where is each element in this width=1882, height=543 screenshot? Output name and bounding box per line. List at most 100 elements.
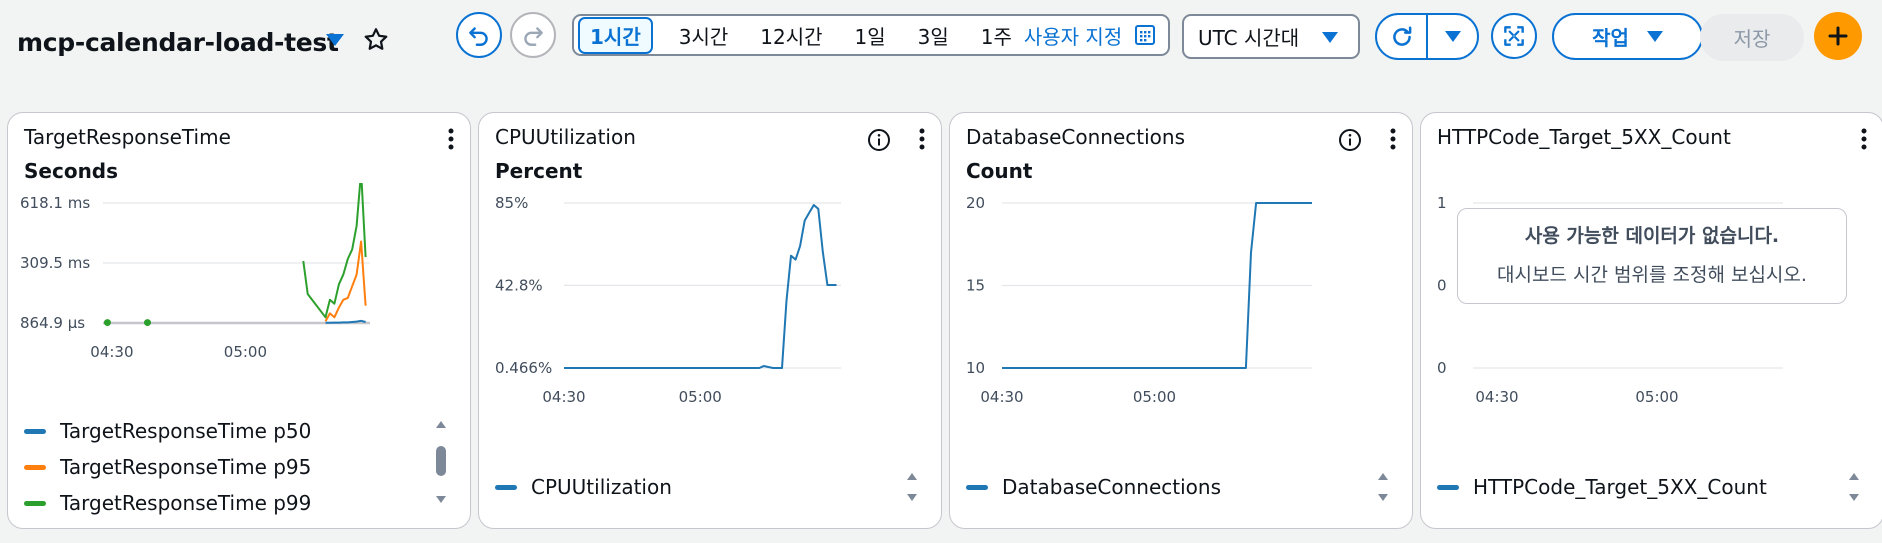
y-tick-label: 20 — [966, 194, 985, 212]
range-1d[interactable]: 1일 — [855, 21, 886, 50]
more-icon[interactable] — [919, 127, 925, 151]
fullscreen-button[interactable] — [1491, 13, 1537, 59]
dashboard-title: mcp-calendar-load-test — [17, 28, 339, 57]
chart-cpu-utilization: 85% 42.8% 0.466% 04:30 05:00 — [495, 194, 841, 406]
refresh-options-button[interactable] — [1428, 15, 1477, 58]
chart-target-response-time: 618.1 ms 309.5 ms 864.9 µs 04:30 05:00 — [20, 183, 370, 361]
no-data-message: 사용 가능한 데이터가 없습니다. 대시보드 시간 범위를 조정해 보십시오. — [1457, 208, 1847, 304]
y-tick-label: 42.8% — [495, 276, 543, 294]
chevron-down-icon — [1646, 31, 1663, 42]
info-icon[interactable] — [1338, 128, 1362, 152]
legend-item[interactable]: DatabaseConnections — [966, 469, 1396, 505]
range-3h[interactable]: 3시간 — [679, 21, 729, 50]
y-tick-label: 309.5 ms — [20, 254, 90, 272]
widget-unit: Percent — [495, 159, 583, 183]
y-tick-label: 1 — [1437, 194, 1447, 212]
legend-scrollbar[interactable] — [434, 418, 448, 508]
refresh-control — [1375, 13, 1479, 60]
x-tick-label: 05:00 — [224, 343, 267, 361]
chevron-down-icon — [1322, 32, 1338, 43]
refresh-icon — [1392, 26, 1411, 46]
dashboard-menu-caret-icon[interactable] — [326, 34, 344, 46]
legend: DatabaseConnections — [966, 469, 1396, 520]
add-widget-button[interactable] — [1814, 12, 1862, 60]
plus-icon — [1828, 26, 1848, 46]
legend: CPUUtilization — [495, 469, 925, 520]
undo-icon — [469, 27, 488, 46]
y-tick-label: 85% — [495, 194, 528, 212]
undo-button[interactable] — [456, 12, 502, 58]
dashboard-header: mcp-calendar-load-test 1시간 3시간 12시간 1일 3… — [0, 0, 1882, 90]
widget-title: CPUUtilization — [495, 125, 636, 149]
y-tick-label: 10 — [966, 359, 985, 377]
legend-swatch — [495, 484, 517, 490]
widget-title: DatabaseConnections — [966, 125, 1186, 149]
calendar-icon[interactable] — [1134, 24, 1156, 46]
y-tick-label: 0.466% — [495, 359, 552, 377]
series-line — [564, 204, 837, 369]
widget-http-5xx-count: HTTPCode_Target_5XX_Count 1 0 0 04:30 05:00 … — [1420, 112, 1882, 529]
more-icon[interactable] — [1861, 127, 1867, 151]
legend-item[interactable]: CPUUtilization — [495, 469, 925, 505]
y-tick-label: 0 — [1437, 359, 1447, 377]
y-tick-label: 0 — [1437, 277, 1447, 295]
series-line — [324, 240, 367, 322]
star-icon[interactable] — [362, 26, 390, 54]
legend-swatch — [1437, 484, 1459, 490]
widget-cpu-utilization: CPUUtilization Percent 85% 42.8% 0.466% 04:… — [478, 112, 942, 529]
more-icon[interactable] — [448, 127, 454, 151]
legend-item[interactable]: TargetResponseTime p99 — [24, 485, 454, 520]
time-range-selector: 1시간 3시간 12시간 1일 3일 1주 사용자 지정 — [572, 14, 1170, 56]
legend-label: DatabaseConnections — [1002, 475, 1222, 499]
no-data-title: 사용 가능한 데이터가 없습니다. — [1524, 225, 1780, 247]
legend-item[interactable]: HTTPCode_Target_5XX_Count — [1437, 469, 1867, 505]
legend: TargetResponseTime p50 TargetResponseTim… — [24, 413, 454, 520]
timezone-select[interactable]: UTC 시간대 — [1182, 14, 1360, 59]
chart-database-connections: 20 15 10 04:30 05:00 — [966, 194, 1312, 406]
legend-swatch — [966, 484, 988, 490]
more-icon[interactable] — [1390, 127, 1396, 151]
redo-icon — [524, 27, 543, 46]
data-point — [144, 319, 151, 327]
legend-label: TargetResponseTime p50 — [60, 419, 312, 443]
no-data-hint: 대시보드 시간 범위를 조정해 보십시오. — [1497, 264, 1807, 286]
actions-button[interactable]: 작업 — [1552, 13, 1703, 60]
widget-title: TargetResponseTime — [24, 125, 231, 149]
range-1w[interactable]: 1주 — [981, 21, 1012, 50]
legend-swatch — [24, 464, 46, 470]
widget-unit: Seconds — [24, 159, 119, 183]
redo-button[interactable] — [510, 12, 556, 58]
legend-label: HTTPCode_Target_5XX_Count — [1473, 475, 1767, 499]
x-tick-label: 04:30 — [1475, 388, 1518, 406]
y-tick-label: 618.1 ms — [20, 194, 90, 212]
chevron-down-icon — [1444, 31, 1461, 42]
widget-database-connections: DatabaseConnections Count 20 15 10 04:30 05:… — [949, 112, 1413, 529]
legend-scrollbar[interactable] — [1376, 470, 1390, 506]
actions-label: 작업 — [1592, 26, 1629, 50]
refresh-button[interactable] — [1377, 15, 1428, 58]
info-icon[interactable] — [867, 128, 891, 152]
widget-title: HTTPCode_Target_5XX_Count — [1437, 125, 1731, 149]
x-tick-label: 05:00 — [679, 388, 722, 406]
timezone-label: UTC 시간대 — [1198, 26, 1300, 50]
legend-scrollbar[interactable] — [905, 470, 919, 506]
range-12h[interactable]: 12시간 — [760, 21, 822, 50]
fullscreen-icon — [1504, 26, 1524, 46]
legend-label: TargetResponseTime p99 — [60, 491, 312, 515]
widget-unit: Count — [966, 159, 1033, 183]
range-custom[interactable]: 사용자 지정 — [1024, 21, 1122, 50]
save-button[interactable]: 저장 — [1700, 14, 1804, 61]
x-tick-label: 05:00 — [1133, 388, 1176, 406]
x-tick-label: 04:30 — [980, 388, 1023, 406]
legend-item[interactable]: TargetResponseTime p50 — [24, 413, 454, 449]
x-tick-label: 04:30 — [90, 343, 133, 361]
legend-item[interactable]: TargetResponseTime p95 — [24, 449, 454, 485]
widget-target-response-time: TargetResponseTime Seconds 618.1 ms 309.5… — [7, 112, 471, 529]
x-tick-label: 05:00 — [1635, 388, 1678, 406]
legend-scrollbar[interactable] — [1847, 470, 1861, 506]
range-1h[interactable]: 1시간 — [578, 16, 653, 54]
data-point — [103, 319, 111, 327]
legend-swatch — [24, 500, 46, 506]
range-3d[interactable]: 3일 — [918, 21, 949, 50]
legend-label: CPUUtilization — [531, 475, 672, 499]
